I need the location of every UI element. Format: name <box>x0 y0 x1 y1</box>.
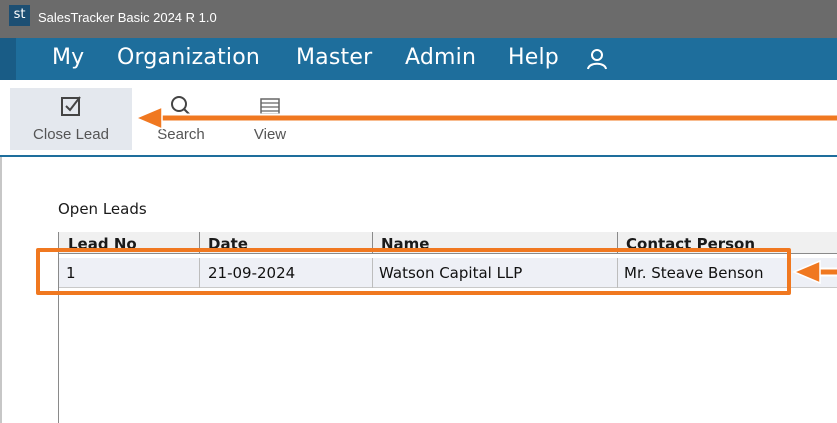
window-left-border <box>0 157 2 423</box>
close-lead-label: Close Lead <box>33 126 109 143</box>
app-logo: st <box>9 5 30 26</box>
window-title: SalesTracker Basic 2024 R 1.0 <box>38 10 217 25</box>
open-leads-title: Open Leads <box>58 200 147 218</box>
title-bar: st SalesTracker Basic 2024 R 1.0 <box>0 0 837 38</box>
menu-bar-edge <box>0 38 16 80</box>
menu-help[interactable]: Help <box>508 45 559 70</box>
close-lead-button[interactable]: Close Lead <box>10 88 132 150</box>
row-arrow-annotation <box>792 259 837 285</box>
menu-my[interactable]: My <box>52 45 84 70</box>
menu-master[interactable]: Master <box>296 45 372 70</box>
toolbar-arrow-annotation <box>134 105 837 131</box>
user-icon[interactable] <box>586 48 608 70</box>
checkbox-icon <box>61 96 81 116</box>
menu-admin[interactable]: Admin <box>405 45 476 70</box>
menu-organization[interactable]: Organization <box>117 45 260 70</box>
row-highlight-box <box>36 248 791 295</box>
menu-bar: My Organization Master Admin Help <box>0 38 837 80</box>
